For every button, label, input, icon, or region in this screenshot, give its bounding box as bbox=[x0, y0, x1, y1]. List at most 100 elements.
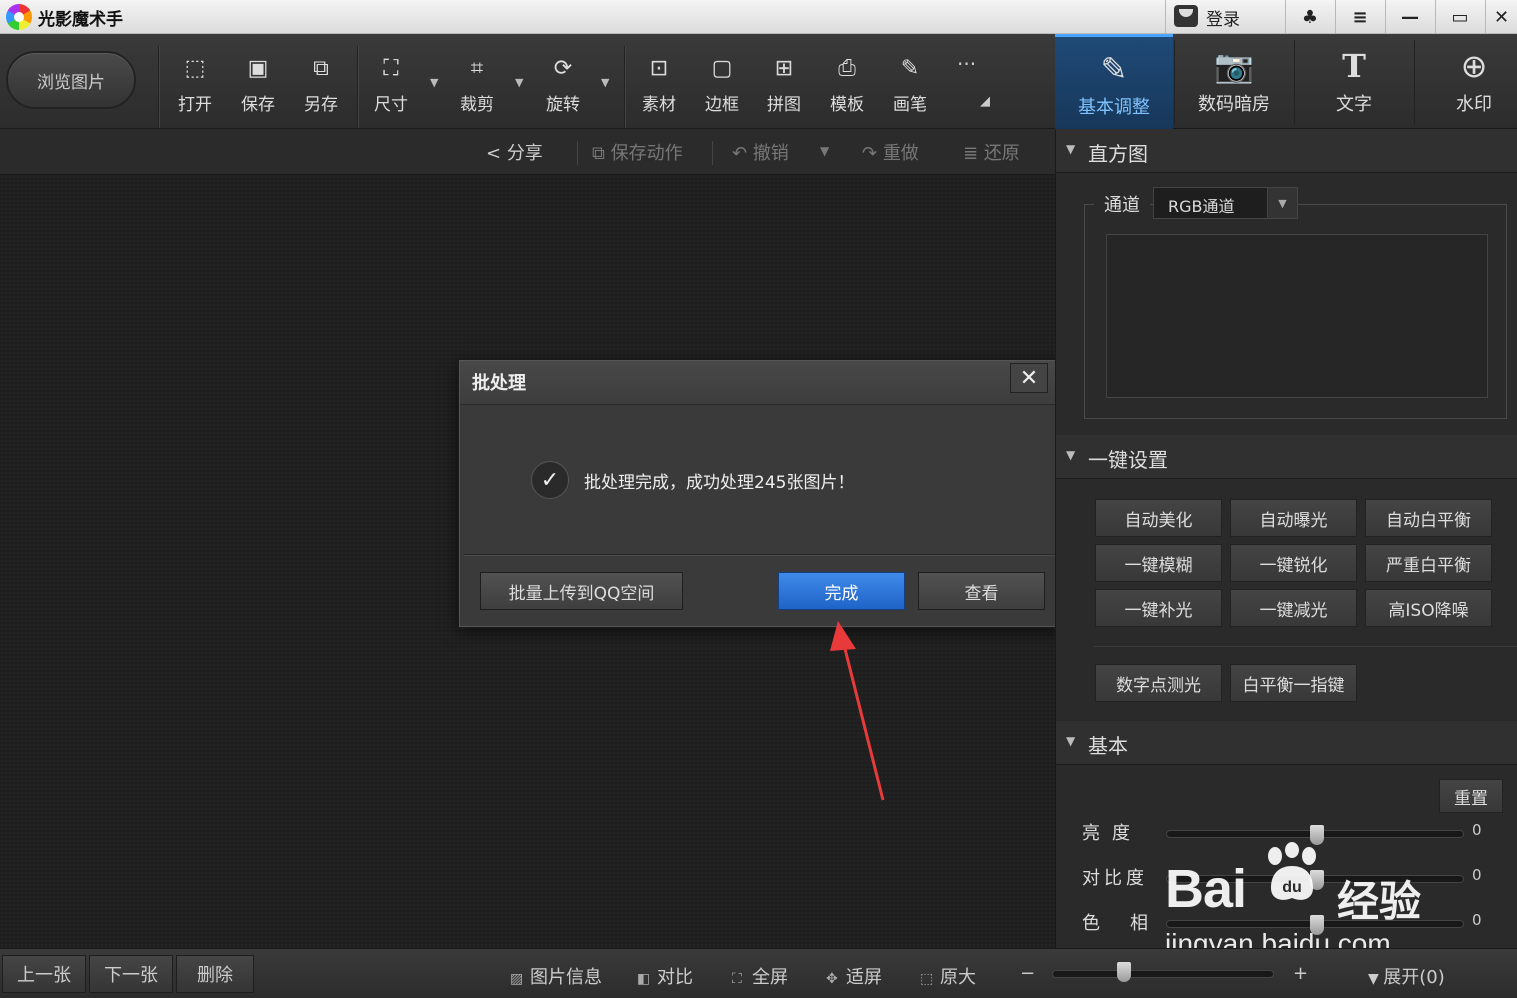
app-title: 光影魔术手 bbox=[38, 10, 123, 30]
maximize-button[interactable]: ▭ bbox=[1436, 0, 1484, 34]
next-image-button[interactable]: 下一张 bbox=[89, 955, 173, 993]
preset-auto-exposure[interactable]: 自动曝光 bbox=[1230, 499, 1357, 537]
border-button[interactable]: ▢ 边框 bbox=[694, 54, 750, 118]
preset-auto-white-balance[interactable]: 自动白平衡 bbox=[1365, 499, 1492, 537]
resize-button[interactable]: ⛶ 尺寸 bbox=[363, 54, 419, 118]
tab-basic-adjust[interactable]: ✎ 基本调整 bbox=[1055, 34, 1173, 129]
restore-label: 还原 bbox=[983, 143, 1020, 164]
tab-text[interactable]: T 文字 bbox=[1295, 34, 1413, 129]
share-icon: < bbox=[486, 143, 507, 164]
compare-button[interactable]: ◧ 对比 bbox=[637, 963, 693, 989]
save-button[interactable]: ▣ 保存 bbox=[230, 54, 286, 118]
rotate-dropdown-icon[interactable]: ▼ bbox=[601, 76, 609, 89]
separator bbox=[624, 46, 625, 128]
material-icon: ⊡ bbox=[649, 56, 669, 81]
zoom-slider[interactable] bbox=[1052, 970, 1274, 978]
slider-handle[interactable] bbox=[1310, 870, 1324, 890]
browse-images-button[interactable]: 浏览图片 bbox=[6, 51, 136, 109]
expand-button[interactable]: ▼ 展开(0) bbox=[1368, 963, 1445, 989]
collapse-icon: ▼ bbox=[1066, 734, 1076, 748]
channel-select[interactable]: RGB通道 ▼ bbox=[1153, 187, 1298, 219]
close-window-button[interactable]: ✕ bbox=[1486, 0, 1517, 34]
redo-label: 重做 bbox=[882, 143, 919, 164]
collage-button[interactable]: ⊞ 拼图 bbox=[756, 54, 812, 118]
preset-severe-white-balance[interactable]: 严重白平衡 bbox=[1365, 544, 1492, 582]
preset-reduce-light[interactable]: 一键减光 bbox=[1230, 589, 1357, 627]
chevron-down-icon: ▼ bbox=[1368, 971, 1384, 987]
spot-metering-button[interactable]: 数字点测光 bbox=[1095, 664, 1222, 702]
undo-dropdown-icon[interactable]: ▼ bbox=[820, 144, 829, 158]
reset-button[interactable]: 重置 bbox=[1439, 779, 1503, 813]
resize-dropdown-icon[interactable]: ▼ bbox=[430, 76, 438, 89]
material-button[interactable]: ⊡ 素材 bbox=[631, 54, 687, 118]
preset-sharpen[interactable]: 一键锐化 bbox=[1230, 544, 1357, 582]
more-tools-button[interactable]: ··· bbox=[957, 52, 976, 76]
brush-icon: ✎ bbox=[900, 56, 920, 81]
redo-button[interactable]: ↷ 重做 bbox=[862, 139, 919, 165]
hue-slider-row: 色相 0 bbox=[1056, 909, 1517, 939]
share-button[interactable]: < 分享 bbox=[486, 139, 543, 165]
contrast-slider[interactable] bbox=[1166, 870, 1464, 890]
preset-auto-beautify[interactable]: 自动美化 bbox=[1095, 499, 1222, 537]
arrow-shaft bbox=[840, 636, 885, 801]
template-button[interactable]: ⎙ 模板 bbox=[819, 54, 875, 118]
save-as-button[interactable]: ⧉ 另存 bbox=[293, 54, 349, 118]
crop-button[interactable]: ⌗ 裁剪 bbox=[449, 54, 505, 118]
collage-label: 拼图 bbox=[767, 95, 801, 115]
dialog-header: 批处理 ✕ bbox=[460, 361, 1060, 405]
brightness-slider[interactable] bbox=[1166, 825, 1464, 845]
menu-button[interactable]: ≡ bbox=[1336, 0, 1384, 34]
slider-handle[interactable] bbox=[1310, 915, 1324, 935]
original-size-button[interactable]: ⬚ 原大 bbox=[920, 963, 976, 989]
save-as-icon: ⧉ bbox=[313, 56, 329, 81]
image-info-button[interactable]: ▨ 图片信息 bbox=[510, 963, 602, 989]
expand-corner-icon[interactable]: ◢ bbox=[980, 94, 990, 109]
zoom-slider-handle[interactable] bbox=[1117, 962, 1131, 982]
basic-section-header[interactable]: ▼ 基本 bbox=[1056, 721, 1517, 765]
dialog-close-button[interactable]: ✕ bbox=[1010, 363, 1048, 393]
restore-icon: ≣ bbox=[963, 143, 984, 164]
delete-button[interactable]: 删除 bbox=[176, 955, 254, 993]
save-label: 保存 bbox=[241, 95, 275, 115]
view-button[interactable]: 查看 bbox=[918, 572, 1045, 610]
fullscreen-button[interactable]: ⛶ 全屏 bbox=[732, 963, 788, 989]
restore-button[interactable]: ≣ 还原 bbox=[963, 139, 1020, 165]
one-click-section-header[interactable]: ▼ 一键设置 bbox=[1056, 435, 1517, 479]
zoom-out-button[interactable]: − bbox=[1020, 963, 1035, 984]
tab-darkroom[interactable]: 📷 数码暗房 bbox=[1175, 34, 1293, 129]
divider bbox=[1094, 646, 1517, 647]
red-arrow-annotation bbox=[830, 621, 885, 801]
skin-button[interactable]: ♣ bbox=[1286, 0, 1334, 34]
preset-fill-light[interactable]: 一键补光 bbox=[1095, 589, 1222, 627]
zoom-in-button[interactable]: + bbox=[1293, 963, 1308, 984]
open-icon: ⬚ bbox=[184, 56, 206, 81]
collapse-icon: ▼ bbox=[1066, 142, 1076, 156]
text-icon: T bbox=[1342, 47, 1366, 85]
separator bbox=[357, 46, 358, 128]
upload-qzone-button[interactable]: 批量上传到QQ空间 bbox=[480, 572, 683, 610]
save-action-button[interactable]: ⧉ 保存动作 bbox=[592, 139, 683, 165]
fit-screen-button[interactable]: ✥ 适屏 bbox=[826, 963, 882, 989]
slider-handle[interactable] bbox=[1310, 825, 1324, 845]
brush-button[interactable]: ✎ 画笔 bbox=[882, 54, 938, 118]
tab-label: 文字 bbox=[1336, 94, 1372, 115]
slider-value: 0 bbox=[1472, 821, 1482, 839]
compare-icon: ◧ bbox=[637, 971, 651, 987]
login-button[interactable]: 登录 bbox=[1168, 0, 1283, 34]
histogram-section-header[interactable]: ▼ 直方图 bbox=[1056, 129, 1517, 173]
tab-watermark[interactable]: ⊕ 水印 bbox=[1415, 34, 1517, 129]
crop-dropdown-icon[interactable]: ▼ bbox=[515, 76, 523, 89]
open-button[interactable]: ⬚ 打开 bbox=[167, 54, 223, 118]
rotate-button[interactable]: ⟳ 旋转 bbox=[535, 54, 591, 118]
original-size-icon: ⬚ bbox=[920, 971, 934, 987]
hue-slider[interactable] bbox=[1166, 915, 1464, 935]
white-balance-picker-button[interactable]: 白平衡一指键 bbox=[1230, 664, 1357, 702]
preset-blur[interactable]: 一键模糊 bbox=[1095, 544, 1222, 582]
resize-icon: ⛶ bbox=[383, 56, 399, 81]
minimize-button[interactable]: — bbox=[1386, 0, 1434, 34]
preset-high-iso-denoise[interactable]: 高ISO降噪 bbox=[1365, 589, 1492, 627]
prev-image-button[interactable]: 上一张 bbox=[2, 955, 86, 993]
undo-icon: ↶ bbox=[732, 143, 753, 164]
done-button[interactable]: 完成 bbox=[778, 572, 905, 610]
undo-button[interactable]: ↶ 撤销 bbox=[732, 139, 789, 165]
